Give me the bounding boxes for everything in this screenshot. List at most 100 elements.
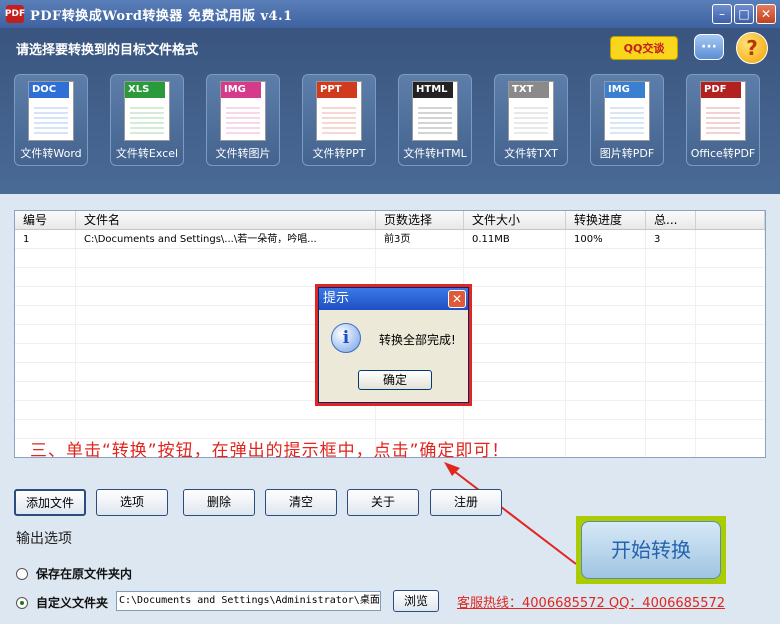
output-path-input[interactable]: C:\Documents and Settings\Administrator\…: [116, 591, 381, 611]
dialog-message: 转换全部完成!: [379, 333, 456, 347]
tool-2[interactable]: IMG 文件转图片: [206, 74, 280, 166]
cell-pages: 前3页: [376, 230, 464, 248]
header-progress[interactable]: 转换进度: [566, 211, 646, 229]
tool-0[interactable]: DOC 文件转Word: [14, 74, 88, 166]
browse-button[interactable]: 浏览: [393, 590, 439, 612]
header-filename[interactable]: 文件名: [76, 211, 376, 229]
empty-cell: [464, 287, 566, 305]
cell-index: 1: [15, 230, 76, 248]
tool-3[interactable]: PPT 文件转PPT: [302, 74, 376, 166]
file-type-tag: PPT: [317, 82, 357, 98]
file-content-lines: [514, 104, 548, 136]
empty-cell: [15, 325, 76, 343]
empty-cell: [464, 344, 566, 362]
empty-cell: [566, 344, 646, 362]
empty-cell: [566, 439, 646, 457]
minimize-button[interactable]: –: [712, 4, 732, 24]
dialog-title: 提示: [323, 291, 350, 306]
empty-row: [15, 249, 765, 268]
title-bar: PDF PDF转换成Word转换器 免费试用版 v4.1 – □ ✕: [0, 0, 780, 28]
start-convert-button[interactable]: 开始转换: [581, 521, 721, 579]
list-header: 编号 文件名 页数选择 文件大小 转换进度 总...: [15, 211, 765, 230]
file-type-icon: XLS: [124, 81, 170, 141]
tool-5[interactable]: TXT 文件转TXT: [494, 74, 568, 166]
tool-label: 文件转HTML: [403, 147, 467, 160]
tool-6[interactable]: IMG 图片转PDF: [590, 74, 664, 166]
radio-button[interactable]: [16, 567, 28, 580]
file-type-tag: IMG: [605, 82, 645, 98]
empty-cell: [15, 268, 76, 286]
window-title: PDF转换成Word转换器 免费试用版 v4.1: [30, 8, 293, 24]
file-type-icon: PPT: [316, 81, 362, 141]
radio-same-folder[interactable]: 保存在原文件夹内: [16, 565, 132, 582]
file-type-tag: DOC: [29, 82, 69, 98]
file-type-tag: PDF: [701, 82, 741, 98]
delete-button[interactable]: 删除: [183, 489, 255, 516]
tool-label: 文件转Word: [20, 147, 82, 160]
tool-label: 文件转Excel: [115, 147, 179, 160]
empty-cell: [464, 382, 566, 400]
file-content-lines: [34, 104, 68, 136]
empty-cell: [646, 420, 696, 438]
close-button[interactable]: ✕: [756, 4, 776, 24]
file-type-icon: HTML: [412, 81, 458, 141]
empty-cell: [646, 363, 696, 381]
options-button[interactable]: 选项: [96, 489, 168, 516]
cell-size: 0.11MB: [464, 230, 566, 248]
empty-cell: [646, 382, 696, 400]
qq-chat-button[interactable]: QQ交谈: [610, 36, 678, 60]
radio-custom-folder-label: 自定义文件夹: [36, 596, 109, 610]
dialog-close-button[interactable]: ✕: [448, 290, 466, 308]
empty-cell: [646, 306, 696, 324]
radio-button-checked[interactable]: [16, 596, 28, 609]
empty-cell: [646, 268, 696, 286]
dialog-ok-button[interactable]: 确定: [358, 370, 432, 390]
tool-label: Office转PDF: [690, 147, 756, 160]
clear-button[interactable]: 清空: [265, 489, 337, 516]
empty-cell: [15, 287, 76, 305]
about-button[interactable]: 关于: [347, 489, 419, 516]
chat-icon[interactable]: ···: [694, 34, 724, 60]
file-content-lines: [130, 104, 164, 136]
empty-cell: [464, 249, 566, 267]
file-type-tag: XLS: [125, 82, 165, 98]
empty-cell: [15, 363, 76, 381]
empty-cell: [646, 325, 696, 343]
empty-cell: [566, 268, 646, 286]
empty-cell: [566, 363, 646, 381]
register-button[interactable]: 注册: [430, 489, 502, 516]
help-icon[interactable]: ?: [736, 32, 768, 64]
tool-4[interactable]: HTML 文件转HTML: [398, 74, 472, 166]
add-file-button[interactable]: 添加文件: [14, 489, 86, 516]
empty-cell: [76, 249, 376, 267]
tool-7[interactable]: PDF Office转PDF: [686, 74, 760, 166]
info-icon: i: [331, 323, 361, 353]
empty-cell: [464, 306, 566, 324]
radio-custom-folder[interactable]: 自定义文件夹: [16, 594, 108, 611]
file-content-lines: [418, 104, 452, 136]
cell-total: 3: [646, 230, 696, 248]
header-index[interactable]: 编号: [15, 211, 76, 229]
tool-label: 文件转PPT: [312, 147, 366, 160]
hotline-link[interactable]: 客服热线：4006685572 QQ：4006685572: [457, 592, 725, 611]
empty-cell: [646, 344, 696, 362]
empty-cell: [646, 287, 696, 305]
empty-cell: [15, 306, 76, 324]
empty-cell: [646, 401, 696, 419]
file-content-lines: [706, 104, 740, 136]
header-total[interactable]: 总...: [646, 211, 696, 229]
empty-cell: [566, 249, 646, 267]
tool-label: 文件转图片: [215, 147, 271, 160]
table-row[interactable]: 1 C:\Documents and Settings\...\若一朵荷，吟唱.…: [15, 230, 765, 249]
empty-cell: [464, 363, 566, 381]
maximize-button[interactable]: □: [734, 4, 754, 24]
header-pages[interactable]: 页数选择: [376, 211, 464, 229]
header-title: 请选择要转换到的目标文件格式: [16, 43, 199, 58]
empty-cell: [566, 401, 646, 419]
tool-1[interactable]: XLS 文件转Excel: [110, 74, 184, 166]
header-size[interactable]: 文件大小: [464, 211, 566, 229]
app-icon: PDF: [5, 5, 25, 23]
file-type-tag: IMG: [221, 82, 261, 98]
radio-same-folder-label: 保存在原文件夹内: [36, 567, 133, 581]
empty-cell: [376, 249, 464, 267]
